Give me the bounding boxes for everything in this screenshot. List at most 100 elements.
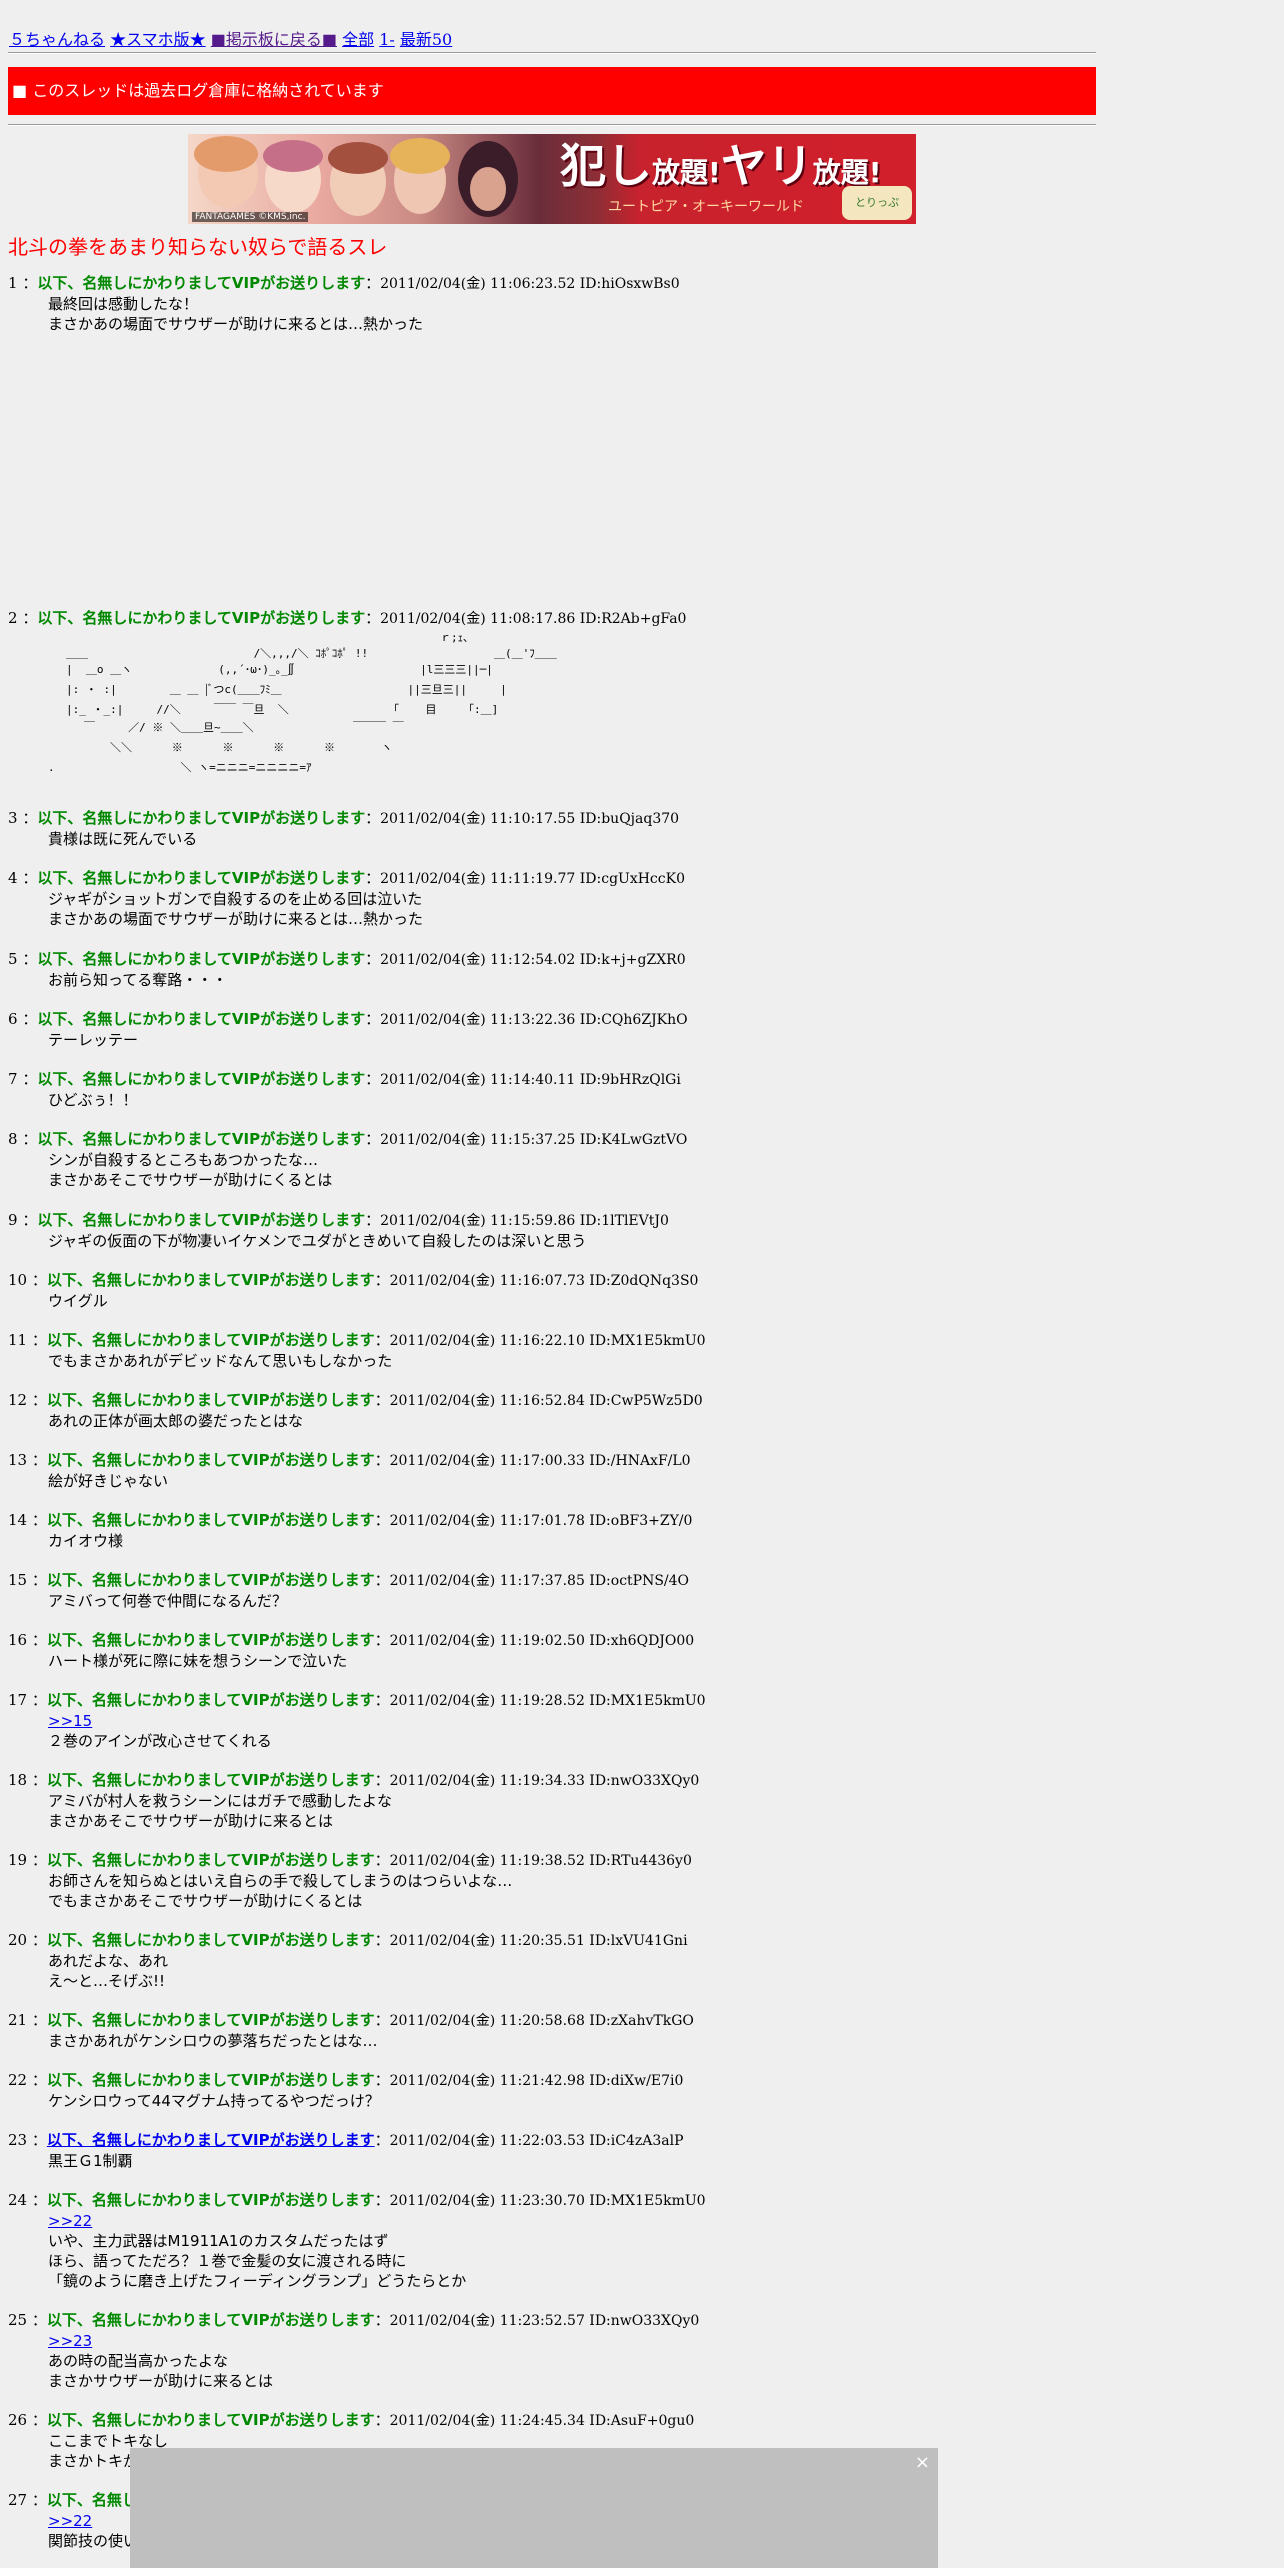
post-line: でもまさかあれがデビッドなんて思いもしなかった <box>48 1352 393 1370</box>
nav-5ch-link[interactable]: ５ちゃんねる <box>9 30 105 49</box>
post-date-id: 2011/02/04(金) 11:23:52.57 ID:nwO33XQy0 <box>389 2313 700 2329</box>
post-line: ほら、語ってただろ？１巻で金髪の女に渡される時に <box>48 2252 407 2270</box>
post-number[interactable]: 2 <box>8 609 18 627</box>
poster-name: 以下、名無しにかわりましてVIPがお送りします <box>46 1451 375 1469</box>
post-number[interactable]: 16 <box>8 1631 27 1649</box>
post-header: 15 ：以下、名無しにかわりましてVIPがお送りします：2011/02/04(金… <box>8 1571 690 1589</box>
nav-first-link[interactable]: 1- <box>379 30 395 49</box>
post-line: お師さんを知らぬとはいえ自らの手で殺してしまうのはつらいよな… <box>48 1872 513 1890</box>
post-number[interactable]: 1 <box>8 274 18 292</box>
post-body: 貴様は既に死んでいる <box>48 829 679 849</box>
post-line: テーレッテー <box>48 1031 139 1049</box>
post-body: テーレッテー <box>48 1030 688 1050</box>
poster-name: 以下、名無しにかわりましてVIPがお送りします <box>46 1691 375 1709</box>
ad-catchcopy: 犯し放題!ヤリ放題! <box>560 138 882 201</box>
nav-back-to-board-link[interactable]: ■掲示板に戻る■ <box>211 30 337 49</box>
post-date-id: 2011/02/04(金) 11:19:34.33 ID:nwO33XQy0 <box>389 1773 700 1789</box>
thread-title: 北斗の拳をあまり知らない奴らで語るスレ <box>8 235 388 259</box>
post-body: ひどぶぅ！！ <box>48 1090 681 1110</box>
poster-name: 以下、名無しにかわりましてVIPがお送りします <box>46 1391 375 1409</box>
post-line: シンが自殺するところもあつかったな… <box>48 1151 319 1169</box>
post-number[interactable]: 27 <box>8 2491 27 2509</box>
poster-name: 以下、名無しにかわりましてVIPがお送りします <box>46 1571 375 1589</box>
post-number[interactable]: 9 <box>8 1211 18 1229</box>
post-header: 10 ：以下、名無しにかわりましてVIPがお送りします：2011/02/04(金… <box>8 1271 699 1289</box>
post-number[interactable]: 17 <box>8 1691 27 1709</box>
reply-anchor-link[interactable]: >>23 <box>48 2331 699 2351</box>
post-number[interactable]: 20 <box>8 1931 27 1949</box>
post-body: あれの正体が画太郎の婆だったとはな <box>48 1411 703 1431</box>
post-body: お師さんを知らぬとはいえ自らの手で殺してしまうのはつらいよな… でもまさかあそこで… <box>48 1871 692 1911</box>
post-line: ジャギの仮面の下が物凄いイケメンでユダがときめいて自殺したのは深いと思う <box>48 1232 587 1250</box>
post-number[interactable]: 24 <box>8 2191 27 2209</box>
poster-name: 以下、名無しにかわりましてVIPがお送りします <box>37 1130 366 1148</box>
post-number[interactable]: 6 <box>8 1010 18 1028</box>
poster-name[interactable]: 以下、名無しにかわりましてVIPがお送りします <box>47 2131 375 2149</box>
post-header: 26 ：以下、名無しにかわりましてVIPがお送りします：2011/02/04(金… <box>8 2411 695 2429</box>
post-line: まさかあの場面でサウザーが助けに来るとは…熱かった <box>48 315 424 333</box>
post-number[interactable]: 11 <box>8 1331 27 1349</box>
post-line: あれだよな、あれ <box>48 1952 169 1970</box>
poster-name: 以下、名無しにかわりましてVIPがお送りします <box>46 1771 375 1789</box>
poster-name: 以下、名無しにかわりましてVIPがお送りします <box>37 950 366 968</box>
post-number[interactable]: 8 <box>8 1130 18 1148</box>
post-number[interactable]: 19 <box>8 1851 27 1869</box>
post-line: あの時の配当高かったよな <box>48 2352 229 2370</box>
post-number[interactable]: 4 <box>8 869 18 887</box>
post: 3 ：以下、名無しにかわりましてVIPがお送りします：2011/02/04(金)… <box>8 808 679 849</box>
post-header: 20 ：以下、名無しにかわりましてVIPがお送りします：2011/02/04(金… <box>8 1931 688 1949</box>
post-number[interactable]: 23 <box>8 2131 27 2149</box>
poster-name: 以下、名無しにかわりましてVIPがお送りします <box>37 809 366 827</box>
reply-anchor-link[interactable]: >>15 <box>48 1711 706 1731</box>
ad-banner[interactable]: FANTAGAMES ©KMS,inc. 犯し放題!ヤリ放題! ユートピア・オー… <box>188 134 916 224</box>
post-number[interactable]: 13 <box>8 1451 27 1469</box>
post: 12 ：以下、名無しにかわりましてVIPがお送りします：2011/02/04(金… <box>8 1390 703 1431</box>
post-number[interactable]: 14 <box>8 1511 27 1529</box>
post-date-id: 2011/02/04(金) 11:15:59.86 ID:1lTlEVtJ0 <box>380 1213 669 1229</box>
post: 19 ：以下、名無しにかわりましてVIPがお送りします：2011/02/04(金… <box>8 1850 692 1911</box>
aa-line: ＿＿ /＼,,,/＼ ｺﾎﾟｺﾎﾟ !! ＿(＿'ﾌ＿＿ <box>66 647 557 660</box>
poster-name: 以下、名無しにかわりましてVIPがお送りします <box>37 1070 366 1088</box>
post: 14 ：以下、名無しにかわりましてVIPがお送りします：2011/02/04(金… <box>8 1510 692 1551</box>
ad-catch-1: 犯し <box>560 139 652 193</box>
reply-anchor-link[interactable]: >>22 <box>48 2211 706 2231</box>
post-number[interactable]: 12 <box>8 1391 27 1409</box>
post-number[interactable]: 26 <box>8 2411 27 2429</box>
post-number[interactable]: 3 <box>8 809 18 827</box>
aa-line: . ＼ ヽ=ニニニ=ニニニニ=ｱ <box>48 761 312 774</box>
post-header: 16 ：以下、名無しにかわりましてVIPがお送りします：2011/02/04(金… <box>8 1631 695 1649</box>
post: 18 ：以下、名無しにかわりましてVIPがお送りします：2011/02/04(金… <box>8 1770 699 1831</box>
post-number[interactable]: 21 <box>8 2011 27 2029</box>
post-date-id: 2011/02/04(金) 11:17:00.33 ID:/HNAxF/L0 <box>389 1453 691 1469</box>
divider <box>8 52 1096 54</box>
top-nav: ５ちゃんねる ★スマホ版★ ■掲示板に戻る■ 全部 1- 最新50 <box>9 28 452 52</box>
post-number[interactable]: 7 <box>8 1070 18 1088</box>
post-header: 11 ：以下、名無しにかわりましてVIPがお送りします：2011/02/04(金… <box>8 1331 706 1349</box>
close-icon[interactable]: × <box>915 2452 930 2473</box>
post-body: ケンシロウって44マグナム持ってるやつだっけ？ <box>48 2091 683 2111</box>
post-number[interactable]: 25 <box>8 2311 27 2329</box>
post-number[interactable]: 15 <box>8 1571 27 1589</box>
post-line: まさかあそこでサウザーが助けにくるとは <box>48 1171 333 1189</box>
post-number[interactable]: 22 <box>8 2071 27 2089</box>
poster-name: 以下、名無しにかわりましてVIPがお送りします <box>46 1851 375 1869</box>
post-line: ジャギがショットガンで自殺するのを止める回は泣いた <box>48 890 423 908</box>
nav-all-link[interactable]: 全部 <box>342 30 374 49</box>
post-date-id: 2011/02/04(金) 11:24:45.34 ID:AsuF+0gu0 <box>389 2413 695 2429</box>
post-header: 23 ：以下、名無しにかわりましてVIPがお送りします：2011/02/04(金… <box>8 2131 684 2149</box>
post-date-id: 2011/02/04(金) 11:15:37.25 ID:K4LwGztVO <box>380 1132 688 1148</box>
ad-catch-4: 放題! <box>812 156 882 189</box>
nav-latest50-link[interactable]: 最新50 <box>400 30 452 49</box>
nav-smartphone-link[interactable]: ★スマホ版★ <box>110 30 206 49</box>
post-number[interactable]: 18 <box>8 1771 27 1789</box>
post-number[interactable]: 10 <box>8 1271 27 1289</box>
post: 15 ：以下、名無しにかわりましてVIPがお送りします：2011/02/04(金… <box>8 1570 689 1611</box>
aa-line: | ＿o ＿ヽ (,,´･ω･)_｡_∬ |l三三三||─| <box>66 663 493 676</box>
post-body: ジャギの仮面の下が物凄いイケメンでユダがときめいて自殺したのは深いと思う <box>48 1231 669 1251</box>
post-number[interactable]: 5 <box>8 950 18 968</box>
ascii-art: ｒ;ｪ､ ＿＿ /＼,,,/＼ ｺﾎﾟｺﾎﾟ !! ＿(＿'ﾌ＿＿ | ＿o ＿… <box>48 630 557 790</box>
post-line: まさかあれがケンシロウの夢落ちだったとはな… <box>48 2032 378 2050</box>
post-body: カイオウ様 <box>48 1531 692 1551</box>
post: 1 ：以下、名無しにかわりましてVIPがお送りします：2011/02/04(金)… <box>8 273 680 334</box>
post-date-id: 2011/02/04(金) 11:06:23.52 ID:hiOsxwBs0 <box>380 276 680 292</box>
